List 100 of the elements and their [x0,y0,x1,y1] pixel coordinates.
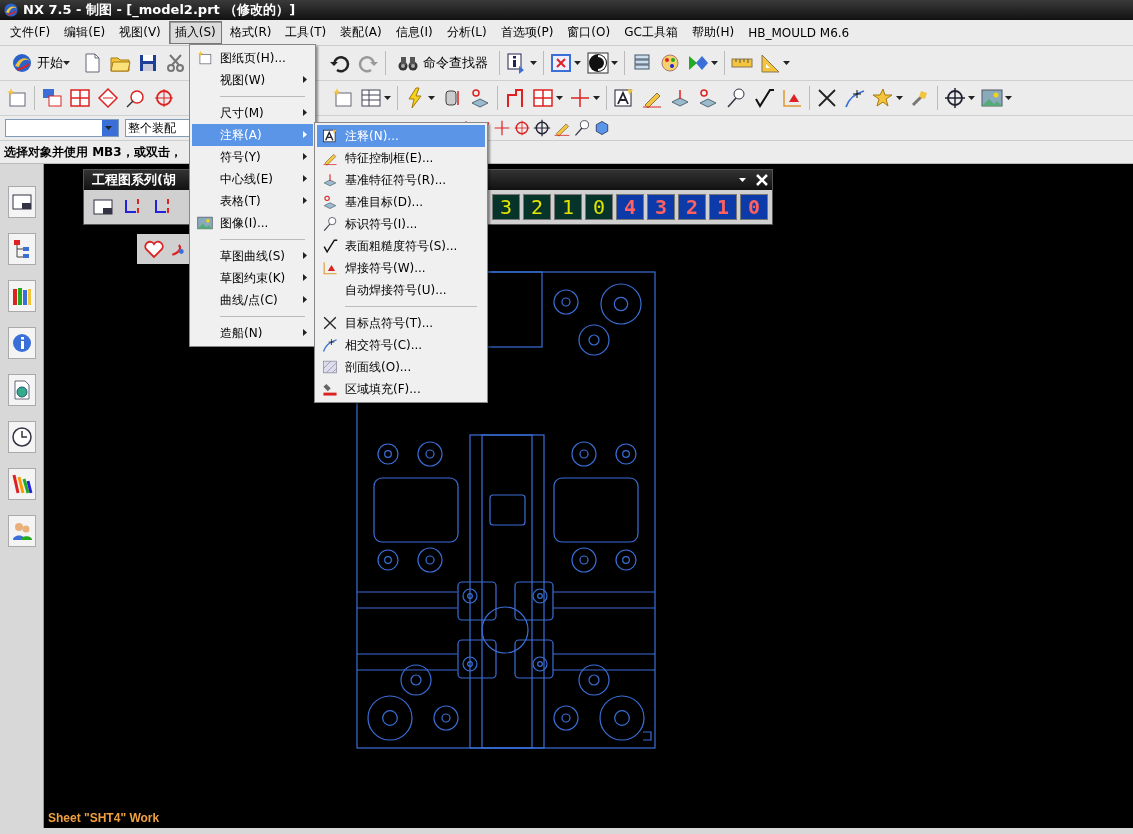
save-icon[interactable] [137,52,159,74]
menu-item[interactable]: 曲线/点(C) [192,289,313,311]
window-title: NX 7.5 - 制图 - [_model2.prt （修改的）] [23,1,296,19]
menu-item[interactable]: GC工具箱 [618,21,684,44]
scissors-icon[interactable] [165,52,187,74]
menu-item[interactable]: 文件(F) [4,21,57,44]
star-icon[interactable] [872,87,894,109]
menu-item[interactable]: 装配(A) [334,21,388,44]
table-icon[interactable] [360,87,382,109]
datum-icon [322,172,338,188]
people-icon[interactable] [10,520,33,542]
submenu-arrow-icon [303,296,307,303]
submenu-arrow-icon [303,197,307,204]
caret-icon[interactable] [384,96,391,100]
step-icon[interactable] [504,87,526,109]
menu-item[interactable]: 目标点符号(T)... [317,312,485,334]
caret-icon[interactable] [739,178,746,182]
title-block-icon[interactable] [92,196,114,218]
menu-item[interactable]: 插入(S) [168,21,222,44]
weld-icon[interactable] [781,87,803,109]
menu-item[interactable]: 窗口(O) [561,21,617,44]
balloon-icon[interactable] [573,119,591,137]
circle-cross-icon[interactable] [153,87,175,109]
caret-icon[interactable] [1005,96,1012,100]
menu-item[interactable]: 表格(T) [192,190,313,212]
caret-icon[interactable] [428,96,435,100]
menu-item[interactable]: 自动焊接符号(U)... [317,279,485,301]
note-icon[interactable] [613,87,635,109]
menu-item[interactable]: 相交符号(C)... [317,334,485,356]
caret-icon[interactable] [574,61,581,65]
hatch-icon [322,359,338,375]
menu-item[interactable]: 草图曲线(S) [192,245,313,267]
menu-item[interactable]: 图纸页(H)... [192,47,313,69]
views-icon[interactable] [41,87,63,109]
digit-button[interactable]: 1 [554,194,582,220]
menu-item[interactable]: 焊接符号(W)... [317,257,485,279]
grid-icon[interactable] [69,87,91,109]
books-icon[interactable] [10,285,33,307]
menu-item[interactable]: 中心线(E) [192,168,313,190]
menu-item[interactable]: 帮助(H) [685,21,741,44]
menu-item[interactable]: 编辑(E) [58,21,112,44]
disc-icon[interactable] [587,52,609,74]
color-bars-icon[interactable] [10,473,33,495]
menu-item[interactable]: 剖面线(O)... [317,356,485,378]
caret-icon[interactable] [896,96,903,100]
caret-icon[interactable] [611,61,618,65]
check-icon[interactable] [753,87,775,109]
caret-icon[interactable] [968,96,975,100]
caret-icon[interactable] [711,61,718,65]
grid-icon[interactable] [532,87,554,109]
menu-item[interactable]: 表面粗糙度符号(S)... [317,235,485,257]
menu-item[interactable]: 标识符号(I)... [317,213,485,235]
x-icon[interactable] [816,87,838,109]
menu-item[interactable]: 分析(L) [440,21,493,44]
diamond-icon[interactable] [97,87,119,109]
crosshair-icon[interactable] [533,119,551,137]
menu-item[interactable]: 基准特征符号(R)... [317,169,485,191]
cube-icon[interactable] [593,119,611,137]
command-finder-button[interactable]: 命令查找器 [392,49,493,77]
clock-icon[interactable] [10,426,33,448]
submenu-arrow-icon [303,76,307,83]
digit-button[interactable]: 0 [585,194,613,220]
caret-icon[interactable] [783,61,790,65]
menu-item[interactable]: 视图(W) [192,69,313,91]
menu-item[interactable]: 信息(I) [389,21,439,44]
menu-item[interactable]: 图像(I)... [192,212,313,234]
datum-target-icon[interactable] [697,87,719,109]
submenu-arrow-icon [303,109,307,116]
circle-pin-icon[interactable] [125,87,147,109]
caret-icon[interactable] [530,61,537,65]
cross-icon[interactable] [493,119,511,137]
submenu-arrow-icon [303,329,307,336]
caret-icon[interactable] [593,96,600,100]
close-icon[interactable] [754,172,770,188]
palette-icon[interactable] [659,52,681,74]
menu-item[interactable]: 首选项(P) [494,21,560,44]
balloon-icon[interactable] [725,87,747,109]
menu-item[interactable]: 区域填充(F)... [317,378,485,400]
menu-item[interactable]: 造船(N) [192,322,313,344]
selection-filter-dropdown[interactable] [5,119,119,137]
menu-item[interactable]: 格式(R) [223,21,278,44]
caret-icon[interactable] [63,61,70,65]
weld-icon [322,260,338,276]
menu-item[interactable]: 草图约束(K) [192,267,313,289]
datum-icon[interactable] [669,87,691,109]
caret-icon[interactable] [556,96,563,100]
digit-button[interactable]: 2 [523,194,551,220]
menu-item[interactable]: 基准目标(D)... [317,191,485,213]
start-button[interactable]: 开始 [6,49,75,77]
crosshair-icon[interactable] [944,87,966,109]
digit-button[interactable]: 3 [492,194,520,220]
menu-item[interactable]: HB_MOULD M6.6 [742,22,856,43]
intersection-icon[interactable] [844,87,866,109]
menu-item[interactable]: 视图(V) [113,21,167,44]
circle-cross-icon[interactable] [513,119,531,137]
datum-target-icon[interactable] [469,87,491,109]
title-block-icon[interactable] [10,191,33,213]
menu-item[interactable]: 工具(T) [279,21,333,44]
heart-icon[interactable] [143,238,165,260]
frame-icon[interactable] [550,52,572,74]
